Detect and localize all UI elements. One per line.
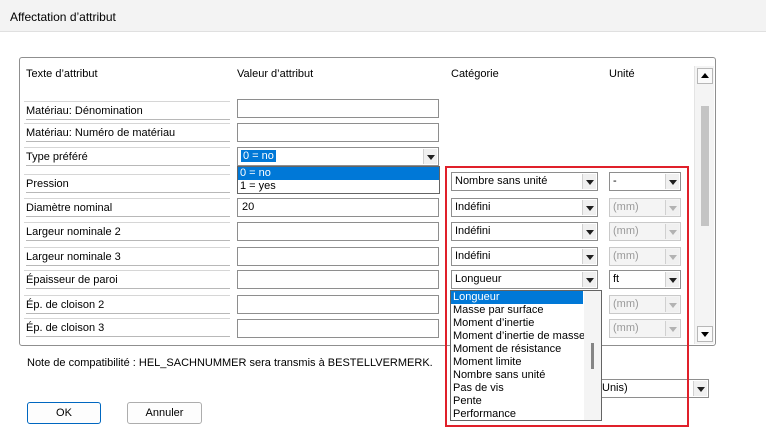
dropdown-option[interactable]: Performance [451,408,583,421]
value-field-nominal-width-3[interactable] [237,247,439,266]
value-field-nominal-diameter[interactable]: 20 [237,198,439,217]
unit-select-wall-thickness[interactable]: ft [609,270,681,289]
dropdown-option[interactable]: Nombre sans unité [451,369,583,382]
chevron-down-icon [665,297,679,312]
row-label-partition-thickness-3: Ép. de cloison 3 [24,318,230,337]
grid-scrollbar-thumb[interactable] [701,106,709,226]
unit-value: (mm) [613,225,639,237]
value-field-material-number[interactable] [237,123,439,142]
value-field-partition-thickness-2[interactable] [237,295,439,314]
cancel-button[interactable]: Annuler [127,402,202,424]
dropdown-scrollbar-thumb[interactable] [591,343,594,369]
unit-value: (mm) [613,250,639,262]
row-label-nominal-width-2: Largeur nominale 2 [24,222,230,241]
dropdown-option[interactable]: Pente [451,395,583,408]
dropdown-scrollbar[interactable] [584,291,601,420]
row-label-material-number: Matériau: Numéro de matériau [24,123,230,142]
category-dropdown-list: Longueur Masse par surface Moment d’iner… [450,290,602,421]
chevron-down-icon[interactable] [582,249,596,264]
unit-value: (mm) [613,298,639,310]
category-value: Longueur [455,273,502,285]
unit-select-nominal-diameter: (mm) [609,198,681,217]
category-value: Nombre sans unité [455,175,548,187]
unit-value: ft [613,273,620,285]
dropdown-option[interactable]: Moment de résistance [451,343,583,356]
row-label-nominal-width-3: Largeur nominale 3 [24,247,230,266]
scroll-up-button[interactable] [697,68,713,84]
dropdown-option[interactable]: Moment d’inertie de masse [451,330,585,343]
row-label-material-name: Matériau: Dénomination [24,101,230,120]
unit-system-select[interactable]: Unis) [597,379,709,398]
title-bar: Affectation d’attribut [0,0,766,32]
category-select-nominal-width-3[interactable]: Indéfini [451,247,598,266]
preferred-type-select[interactable]: 0 = no [237,147,439,166]
dropdown-option[interactable]: Pas de vis [451,382,583,395]
chevron-down-icon [665,249,679,264]
dropdown-option[interactable]: Moment d’inertie [451,317,583,330]
chevron-down-icon[interactable] [582,224,596,239]
chevron-down-icon[interactable] [665,272,679,287]
preferred-type-selected-value: 0 = no [241,150,276,162]
ok-button[interactable]: OK [27,402,101,424]
unit-value: (mm) [613,201,639,213]
chevron-down-icon [665,200,679,215]
category-select-nominal-width-2[interactable]: Indéfini [451,222,598,241]
arrow-up-icon [701,73,709,78]
row-label-pressure: Pression [24,174,230,193]
arrow-down-icon [701,332,709,337]
unit-select-pressure[interactable]: - [609,172,681,191]
row-label-preferred-type: Type préféré [24,147,230,166]
unit-select-nominal-width-3: (mm) [609,247,681,266]
unit-select-partition-thickness-3: (mm) [609,319,681,338]
category-select-pressure[interactable]: Nombre sans unité [451,172,598,191]
dropdown-option[interactable]: Longueur [451,291,583,304]
unit-value: - [613,175,617,187]
compatibility-note: Note de compatibilité : HEL_SACHNUMMER s… [27,357,433,369]
value-field-nominal-width-2[interactable] [237,222,439,241]
header-attribute-text: Texte d’attribut [26,68,98,80]
value-field-wall-thickness[interactable] [237,270,439,289]
header-unit: Unité [609,68,635,80]
row-label-nominal-diameter: Diamètre nominal [24,198,230,217]
grid-scrollbar[interactable] [694,66,714,344]
category-value: Indéfini [455,225,491,237]
value-field-material-name[interactable] [237,99,439,118]
category-value: Indéfini [455,250,491,262]
unit-select-nominal-width-2: (mm) [609,222,681,241]
unit-system-value: Unis) [602,382,628,394]
dropdown-option[interactable]: Moment limite [451,356,583,369]
unit-select-partition-thickness-2: (mm) [609,295,681,314]
row-label-wall-thickness: Épaisseur de paroi [24,270,230,289]
chevron-down-icon[interactable] [693,381,707,396]
dropdown-option[interactable]: 1 = yes [238,180,439,193]
chevron-down-icon[interactable] [582,174,596,189]
category-value: Indéfini [455,201,491,213]
chevron-down-icon [665,321,679,336]
preferred-type-dropdown-list: 0 = no 1 = yes [237,166,440,194]
dropdown-option[interactable]: Masse par surface [451,304,583,317]
scroll-down-button[interactable] [697,326,713,342]
value-field-partition-thickness-3[interactable] [237,319,439,338]
dropdown-option[interactable]: 0 = no [238,167,439,180]
chevron-down-icon[interactable] [582,272,596,287]
chevron-down-icon[interactable] [665,174,679,189]
window-title: Affectation d’attribut [10,10,116,24]
header-attribute-value: Valeur d’attribut [237,68,314,80]
row-label-partition-thickness-2: Ép. de cloison 2 [24,295,230,314]
unit-value: (mm) [613,322,639,334]
category-select-wall-thickness[interactable]: Longueur [451,270,598,289]
chevron-down-icon [665,224,679,239]
chevron-down-icon[interactable] [423,149,437,164]
chevron-down-icon[interactable] [582,200,596,215]
header-category: Catégorie [451,68,499,80]
category-select-nominal-diameter[interactable]: Indéfini [451,198,598,217]
